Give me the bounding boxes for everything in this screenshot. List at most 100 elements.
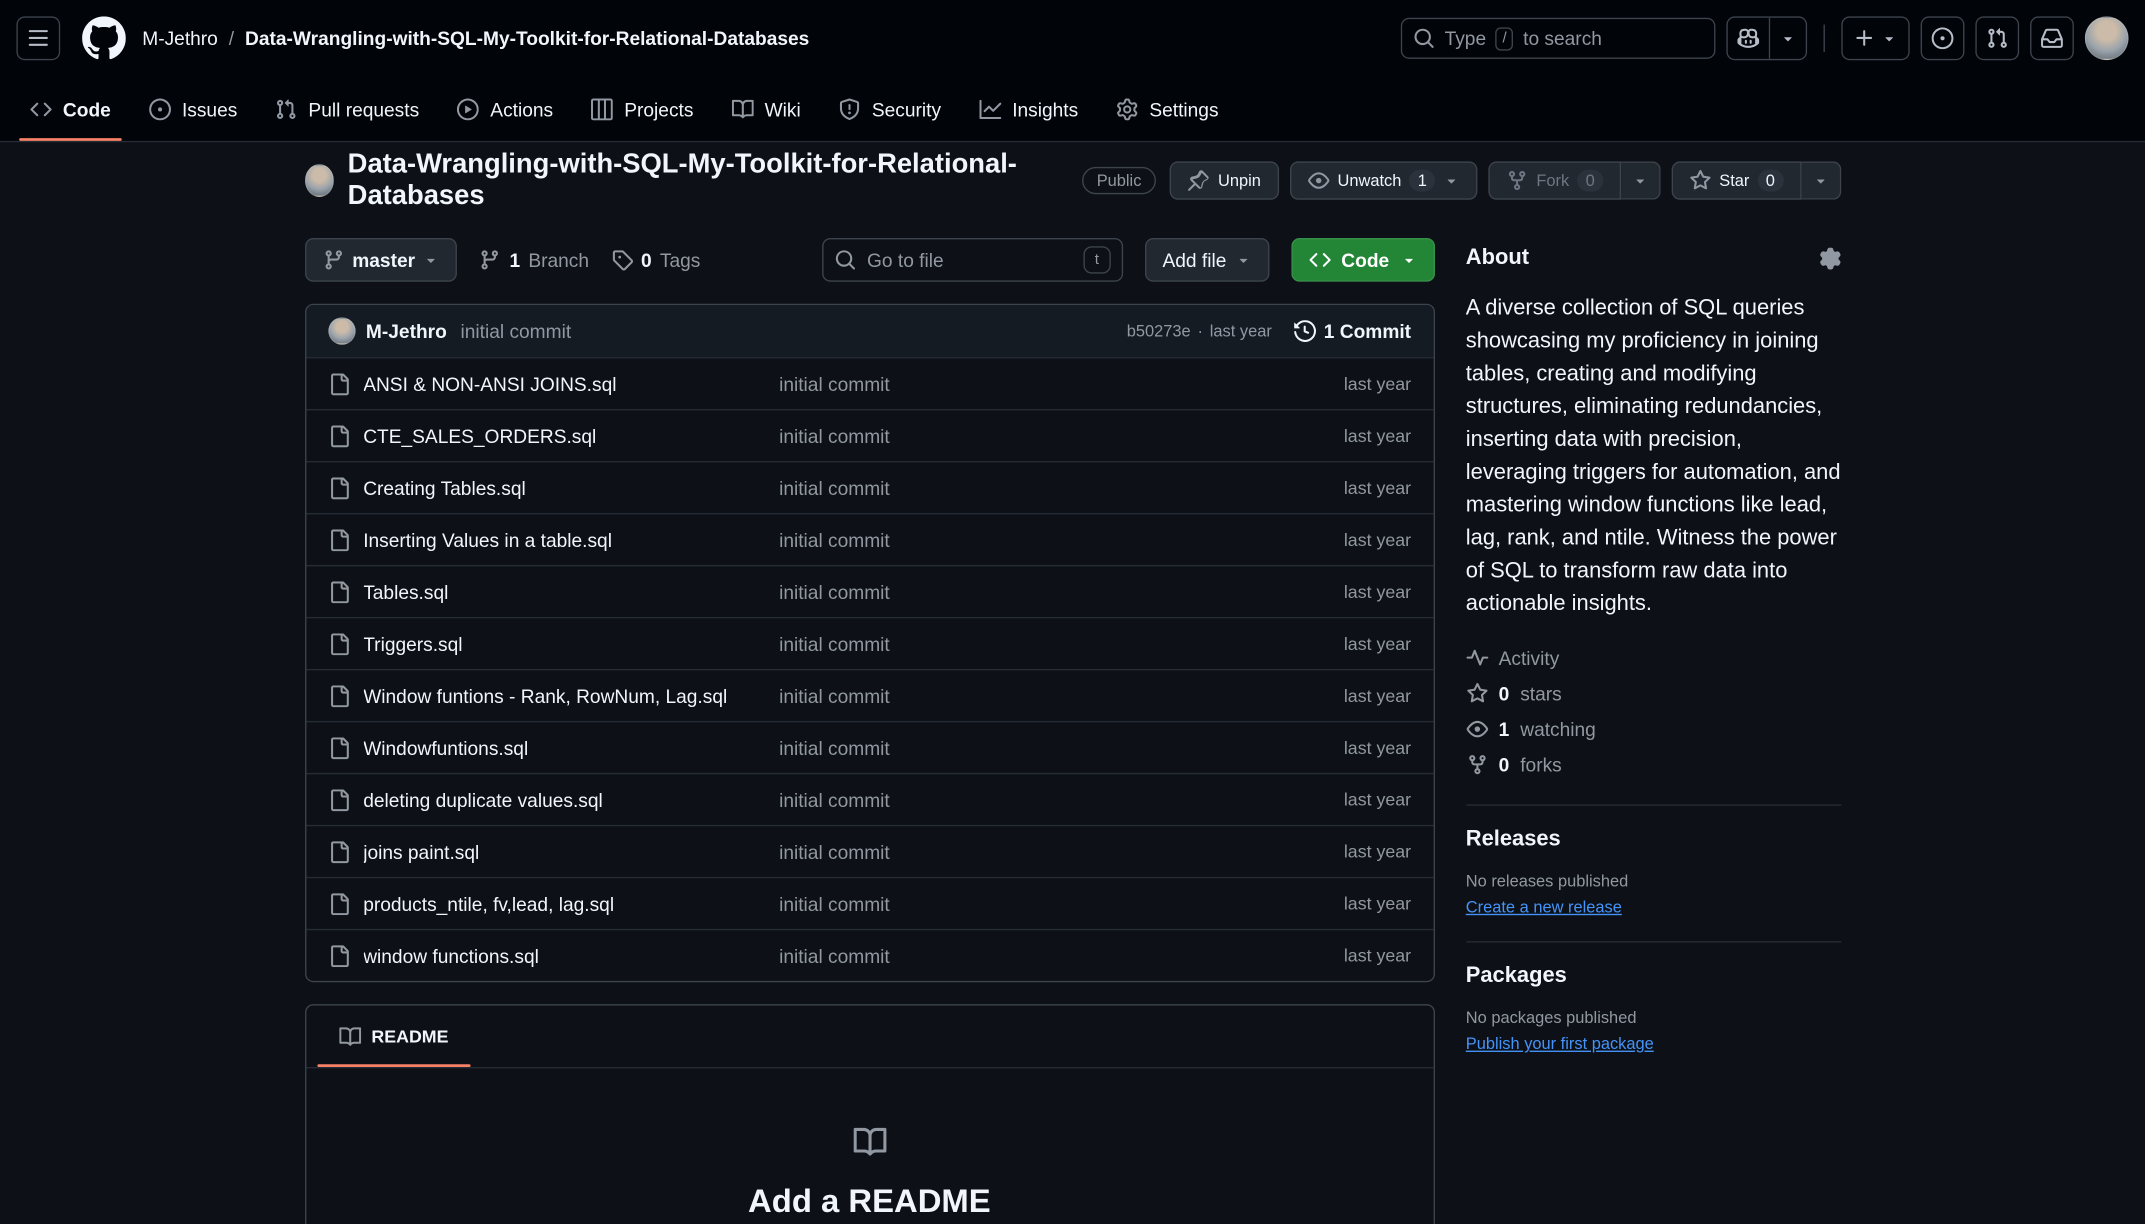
readme-tab-bar: README	[306, 1005, 1433, 1068]
packages-heading: Packages	[1466, 964, 1841, 989]
file-commit-date: last year	[1344, 529, 1411, 550]
table-row[interactable]: joins paint.sql initial commit last year	[306, 825, 1433, 877]
file-name-link[interactable]: Windowfuntions.sql	[363, 737, 528, 759]
commit-sha-date[interactable]: b50273e · last year	[1127, 321, 1272, 340]
hamburger-menu-button[interactable]	[16, 16, 60, 60]
tag-icon	[611, 249, 633, 271]
file-commit-message-link[interactable]: initial commit	[779, 477, 1322, 499]
file-name-link[interactable]: Window funtions - Rank, RowNum, Lag.sql	[363, 685, 727, 707]
file-commit-message-link[interactable]: initial commit	[779, 893, 1322, 915]
file-name-link[interactable]: window functions.sql	[363, 945, 539, 967]
tab-wiki[interactable]: Wiki	[713, 77, 820, 141]
chevron-down-icon	[1812, 172, 1828, 188]
file-name-link[interactable]: Triggers.sql	[363, 633, 462, 655]
commit-message-link[interactable]: initial commit	[460, 320, 571, 342]
file-commit-message-link[interactable]: initial commit	[779, 789, 1322, 811]
file-table: M-Jethro initial commit b50273e · last y…	[304, 304, 1434, 983]
breadcrumb-repo-link[interactable]: Data-Wrangling-with-SQL-My-Toolkit-for-R…	[245, 27, 809, 49]
file-commit-date: last year	[1344, 685, 1411, 706]
tab-label: Projects	[624, 98, 693, 120]
add-readme-title[interactable]: Add a README	[748, 1183, 991, 1221]
file-name-link[interactable]: Inserting Values in a table.sql	[363, 529, 612, 551]
global-search-input[interactable]: Type / to search	[1401, 18, 1716, 59]
table-row[interactable]: Tables.sql initial commit last year	[306, 565, 1433, 617]
tab-settings[interactable]: Settings	[1097, 77, 1237, 141]
repo-owner-avatar[interactable]	[304, 164, 334, 197]
table-row[interactable]: deleting duplicate values.sql initial co…	[306, 773, 1433, 825]
table-row[interactable]: products_ntile, fv,lead, lag.sql initial…	[306, 877, 1433, 929]
file-name-link[interactable]: Tables.sql	[363, 581, 448, 603]
file-commit-message-link[interactable]: initial commit	[779, 633, 1322, 655]
stars-count: 0	[1499, 683, 1510, 705]
commit-history-link[interactable]: 1 Commit	[1294, 320, 1411, 342]
pull-requests-header-button[interactable]	[1975, 16, 2019, 60]
file-commit-message-link[interactable]: initial commit	[779, 945, 1322, 967]
file-commit-message-link[interactable]: initial commit	[779, 581, 1322, 603]
file-name-link[interactable]: deleting duplicate values.sql	[363, 789, 603, 811]
create-release-link[interactable]: Create a new release	[1466, 897, 1622, 916]
breadcrumb-owner-link[interactable]: M-Jethro	[142, 27, 218, 49]
table-row[interactable]: Triggers.sql initial commit last year	[306, 617, 1433, 669]
file-commit-message-link[interactable]: initial commit	[779, 737, 1322, 759]
tab-code[interactable]: Code	[11, 77, 130, 141]
chevron-down-icon	[1235, 252, 1251, 268]
stars-link[interactable]: 0 stars	[1466, 676, 1841, 712]
tab-label: Settings	[1149, 98, 1218, 120]
tab-readme[interactable]: README	[317, 1005, 471, 1067]
file-name-link[interactable]: products_ntile, fv,lead, lag.sql	[363, 893, 614, 915]
publish-package-link[interactable]: Publish your first package	[1466, 1034, 1654, 1053]
branch-selector-button[interactable]: master	[304, 238, 457, 282]
fork-dropdown-button[interactable]	[1621, 161, 1661, 199]
unpin-button[interactable]: Unpin	[1170, 161, 1279, 199]
user-avatar[interactable]	[2085, 16, 2129, 60]
file-commit-message-link[interactable]: initial commit	[779, 529, 1322, 551]
commit-sha[interactable]: b50273e	[1127, 321, 1191, 340]
copilot-dropdown-button[interactable]	[1769, 18, 1806, 59]
go-to-file-input[interactable]	[867, 249, 1072, 271]
add-file-button[interactable]: Add file	[1145, 238, 1269, 282]
star-dropdown-button[interactable]	[1801, 161, 1841, 199]
tags-link[interactable]: 0 Tags	[611, 249, 700, 271]
file-icon	[328, 789, 350, 811]
table-row[interactable]: Creating Tables.sql initial commit last …	[306, 461, 1433, 513]
file-name-link[interactable]: ANSI & NON-ANSI JOINS.sql	[363, 373, 616, 395]
github-logo[interactable]	[82, 16, 126, 60]
table-row[interactable]: window functions.sql initial commit last…	[306, 929, 1433, 981]
file-commit-message-link[interactable]: initial commit	[779, 685, 1322, 707]
file-name-link[interactable]: CTE_SALES_ORDERS.sql	[363, 425, 596, 447]
branches-link[interactable]: 1 Branch	[479, 249, 589, 271]
forks-link[interactable]: 0 forks	[1466, 747, 1841, 783]
tab-pull-requests[interactable]: Pull requests	[256, 77, 438, 141]
activity-link[interactable]: Activity	[1466, 640, 1841, 676]
about-heading: About	[1466, 246, 1841, 271]
page-title[interactable]: Data-Wrangling-with-SQL-My-Toolkit-for-R…	[348, 149, 1068, 212]
star-button[interactable]: Star 0	[1671, 161, 1801, 199]
copilot-button[interactable]	[1728, 18, 1769, 59]
tab-projects[interactable]: Projects	[572, 77, 712, 141]
commit-author-link[interactable]: M-Jethro	[366, 320, 447, 342]
table-row[interactable]: CTE_SALES_ORDERS.sql initial commit last…	[306, 409, 1433, 461]
code-dropdown-button[interactable]: Code	[1291, 238, 1435, 282]
tab-issues[interactable]: Issues	[130, 77, 256, 141]
issues-header-button[interactable]	[1921, 16, 1965, 60]
fork-button[interactable]: Fork 0	[1489, 161, 1621, 199]
table-row[interactable]: ANSI & NON-ANSI JOINS.sql initial commit…	[306, 357, 1433, 409]
file-commit-message-link[interactable]: initial commit	[779, 425, 1322, 447]
file-commit-message-link[interactable]: initial commit	[779, 841, 1322, 863]
fork-button-group: Fork 0	[1489, 161, 1661, 199]
tab-security[interactable]: Security	[820, 77, 960, 141]
gear-icon[interactable]	[1819, 248, 1841, 270]
commit-author-avatar[interactable]	[328, 317, 355, 344]
tab-actions[interactable]: Actions	[438, 77, 572, 141]
inbox-header-button[interactable]	[2030, 16, 2074, 60]
file-name-link[interactable]: Creating Tables.sql	[363, 477, 526, 499]
tab-insights[interactable]: Insights	[960, 77, 1097, 141]
table-row[interactable]: Window funtions - Rank, RowNum, Lag.sql …	[306, 669, 1433, 721]
file-commit-message-link[interactable]: initial commit	[779, 373, 1322, 395]
watching-link[interactable]: 1 watching	[1466, 711, 1841, 747]
table-row[interactable]: Windowfuntions.sql initial commit last y…	[306, 721, 1433, 773]
table-row[interactable]: Inserting Values in a table.sql initial …	[306, 513, 1433, 565]
file-name-link[interactable]: joins paint.sql	[363, 841, 479, 863]
create-new-button[interactable]	[1841, 16, 1909, 60]
unwatch-button[interactable]: Unwatch 1	[1290, 161, 1478, 199]
